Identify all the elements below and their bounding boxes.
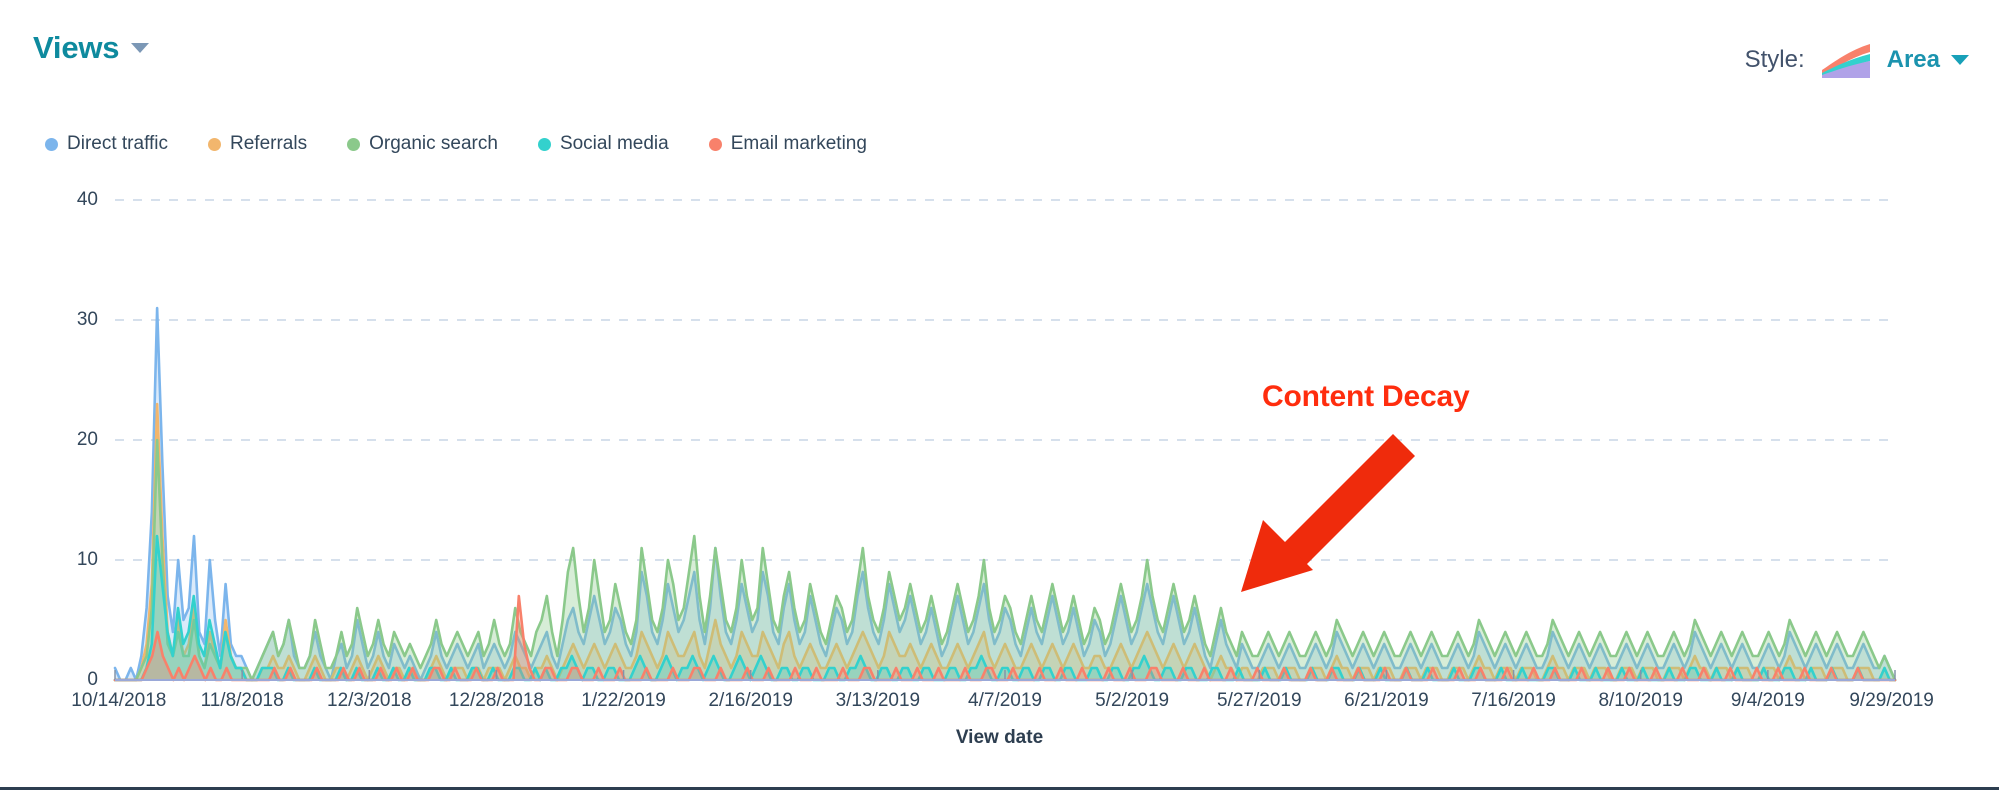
x-tick-label: 5/27/2019 <box>1217 690 1302 711</box>
y-tick-label: 40 <box>76 189 98 210</box>
style-dropdown[interactable]: Area <box>1887 46 1969 74</box>
x-tick-label: 7/16/2019 <box>1471 690 1556 711</box>
legend-label: Social media <box>559 133 669 154</box>
legend-label: Email marketing <box>730 133 867 154</box>
x-tick-label: 3/13/2019 <box>835 690 921 711</box>
x-tick-label: 9/4/2019 <box>1730 690 1805 711</box>
annotation-label: Content Decay <box>1262 380 1470 413</box>
chart-header: Views Style: Area <box>0 0 1999 105</box>
y-tick-label: 20 <box>76 429 98 450</box>
area-chart-icon <box>1821 44 1870 78</box>
legend-item-social-media[interactable]: Social media <box>537 133 669 155</box>
chart-series <box>113 306 1897 682</box>
chevron-down-icon <box>1951 55 1969 65</box>
legend-color-swatch <box>45 137 58 151</box>
chart-plot-area[interactable] <box>113 199 1897 682</box>
y-axis-title: Views <box>0 387 1 435</box>
style-value: Area <box>1886 46 1940 73</box>
x-tick-label: 2/16/2019 <box>708 690 793 711</box>
x-tick-label: 11/8/2018 <box>200 690 284 711</box>
metric-selector[interactable]: Views <box>33 30 150 65</box>
y-axis-tick-labels: 0 10 20 30 40 <box>48 189 98 690</box>
x-tick-label: 5/2/2019 <box>1095 690 1170 711</box>
chart-legend: Direct traffic Referrals Organic search Soc… <box>45 133 907 155</box>
page-title: Views <box>33 30 120 65</box>
x-tick-label: 1/22/2019 <box>581 690 666 711</box>
x-tick-label: 10/14/2018 <box>71 690 167 711</box>
y-tick-label: 0 <box>87 669 98 690</box>
legend-item-direct-traffic[interactable]: Direct traffic <box>45 133 168 155</box>
chart-svg <box>113 199 1897 682</box>
x-axis-title: View date <box>955 727 1044 748</box>
legend-color-swatch <box>347 137 361 151</box>
style-control: Style: Area <box>1745 40 1969 80</box>
y-tick-label: 10 <box>76 549 98 570</box>
chevron-down-icon <box>131 42 150 53</box>
y-tick-label: 30 <box>76 309 98 330</box>
x-tick-label: 6/21/2019 <box>1344 690 1429 711</box>
legend-item-referrals[interactable]: Referrals <box>208 133 307 155</box>
legend-color-swatch <box>537 137 551 151</box>
x-tick-label: 12/3/2018 <box>327 690 412 711</box>
style-label: Style: <box>1744 46 1805 73</box>
legend-item-organic-search[interactable]: Organic search <box>347 133 498 155</box>
x-tick-label: 12/28/2018 <box>448 690 544 711</box>
legend-color-swatch <box>208 137 222 151</box>
legend-label: Referrals <box>230 133 308 154</box>
analytics-chart-card: Views Style: Area Direct traffic Referral… <box>0 0 1999 790</box>
x-axis-tick-labels: 10/14/2018 11/8/2018 12/3/2018 12/28/2018 1/… <box>71 690 1934 720</box>
legend-color-swatch <box>708 137 722 151</box>
x-tick-label: 8/10/2019 <box>1598 690 1683 711</box>
legend-label: Organic search <box>369 133 498 154</box>
x-tick-label: 9/29/2019 <box>1849 690 1934 711</box>
legend-label: Direct traffic <box>67 133 169 154</box>
legend-item-email-marketing[interactable]: Email marketing <box>708 133 867 155</box>
x-tick-label: 4/7/2019 <box>968 690 1042 711</box>
